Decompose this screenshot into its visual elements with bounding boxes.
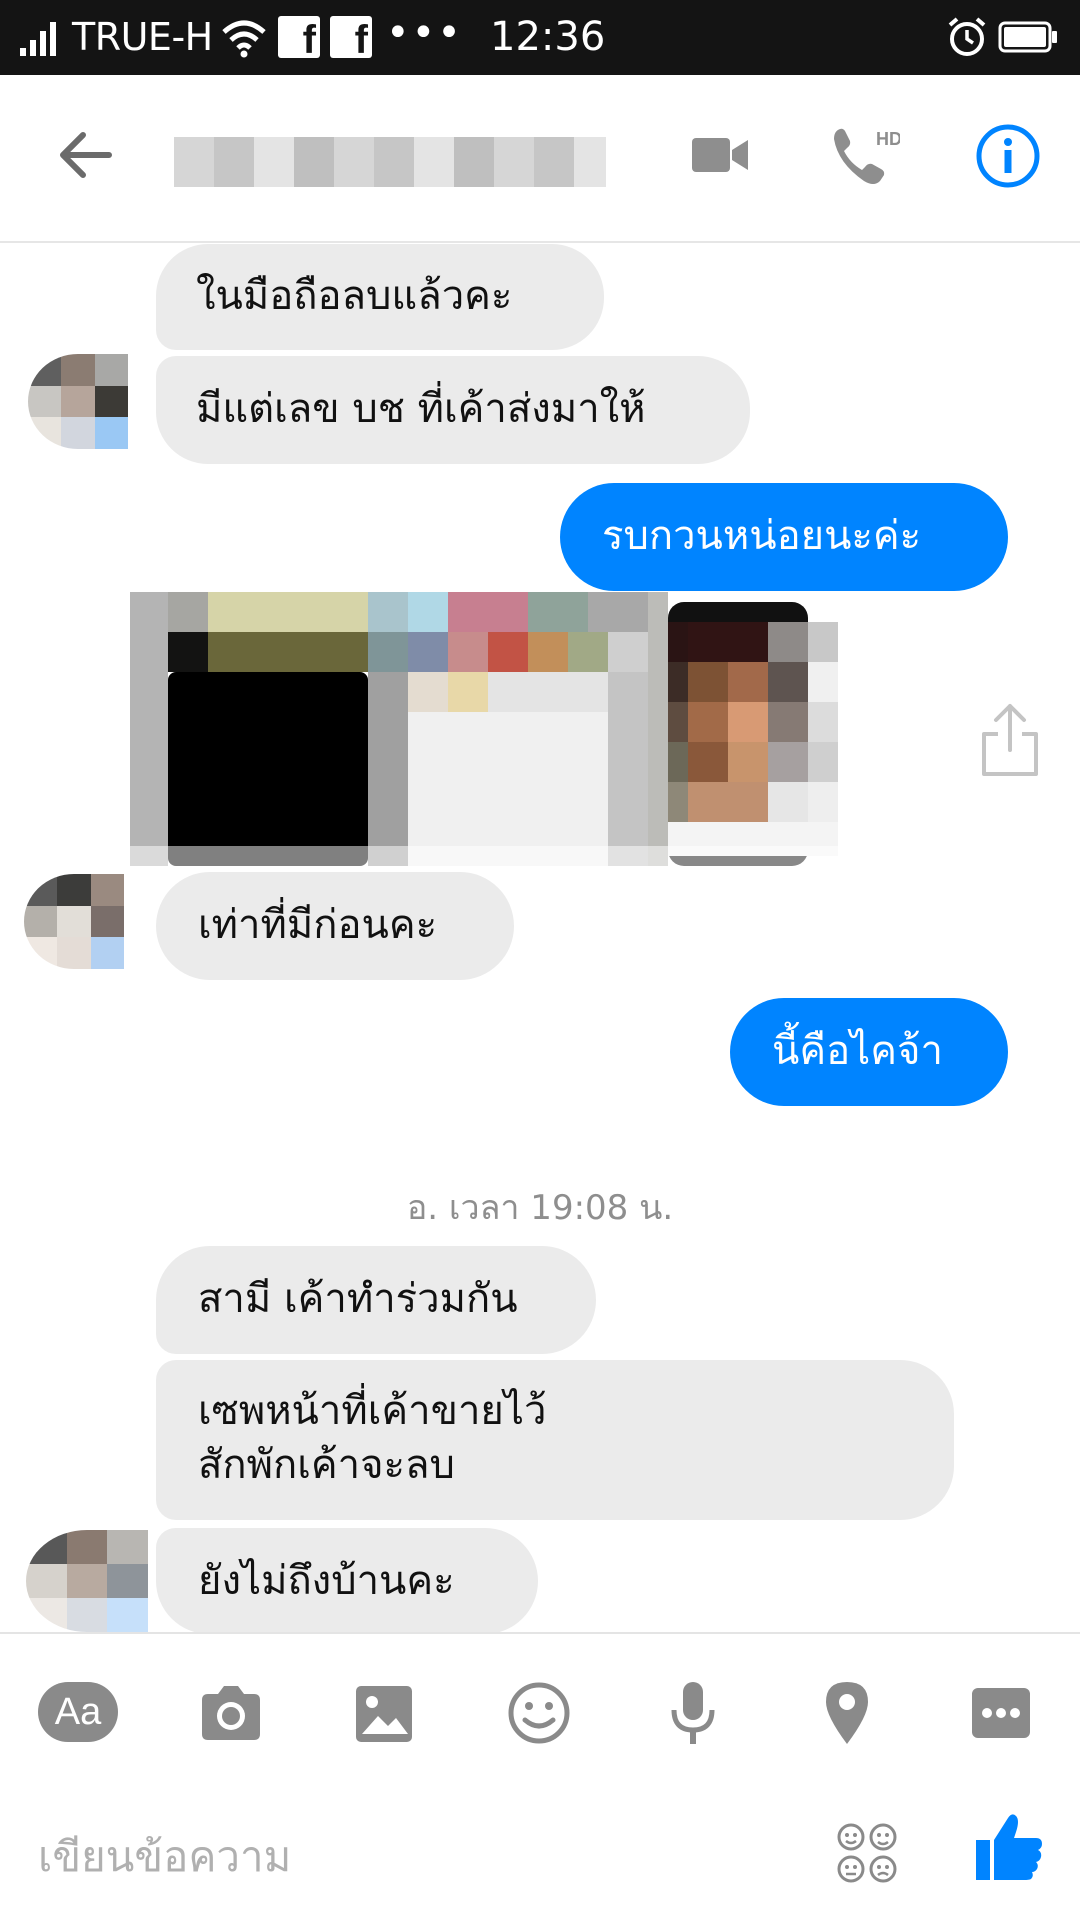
gallery-icon[interactable] [354,1678,414,1748]
svg-text:HD: HD [876,129,900,149]
avatar[interactable] [26,1530,148,1632]
message-bubble-incoming[interactable]: เท่าที่มีก่อนคะ [156,872,514,980]
message-bubble-outgoing[interactable]: นี้คือไคจ้า [730,998,1008,1106]
message-composer: Aa [0,1632,1080,1922]
alarm-icon [948,17,986,56]
video-call-icon[interactable] [690,130,750,180]
status-time: 12:36 [490,14,606,60]
message-bubble-incoming[interactable]: เซพหน้าที่เค้าขายไว้ สักพักเค้าจะลบ [156,1360,954,1520]
message-bubble-incoming[interactable]: ยังไม่ถึงบ้านคะ [156,1528,538,1634]
wifi-icon [222,20,266,58]
message-bubble-incoming[interactable]: สามี เค้าทำร่วมกัน [156,1246,596,1354]
shared-image-attachment[interactable] [130,592,936,866]
message-bubble-incoming[interactable]: มีแต่เลข บช ที่เค้าส่งมาให้ [156,356,750,464]
text-format-icon[interactable]: Aa [38,1682,118,1742]
stickers-icon[interactable] [836,1822,898,1884]
phone-hd-icon[interactable]: HD [830,123,900,189]
camera-icon[interactable] [198,1678,264,1748]
thumbs-up-icon[interactable] [974,1810,1044,1882]
message-input[interactable] [38,1822,778,1892]
avatar[interactable] [24,874,124,969]
more-notifications-icon: ••• [386,10,463,56]
battery-icon [998,21,1057,53]
back-arrow-icon[interactable] [55,127,115,183]
contact-name-redacted[interactable] [174,137,606,187]
status-bar: TRUE-H f f ••• 12:36 [0,0,1080,75]
contact-name [174,137,175,138]
microphone-icon[interactable] [668,1678,718,1748]
facebook-icon: f [330,16,372,58]
message-bubble-outgoing[interactable]: รบกวนหน่อยนะค่ะ [560,483,1008,591]
share-icon[interactable] [978,700,1042,780]
carrier-label: TRUE-H [72,15,213,59]
signal-icon [20,22,56,56]
info-icon[interactable] [975,123,1041,189]
more-icon[interactable] [970,1678,1032,1748]
facebook-icon: f [278,16,320,58]
message-bubble-incoming[interactable]: ในมือถือลบแล้วคะ [156,244,604,350]
emoji-icon[interactable] [506,1678,572,1748]
location-icon[interactable] [822,1678,872,1748]
avatar[interactable] [28,354,128,449]
conversation-header: HD [0,75,1080,243]
message-timestamp: อ. เวลา 19:08 น. [406,1188,674,1228]
